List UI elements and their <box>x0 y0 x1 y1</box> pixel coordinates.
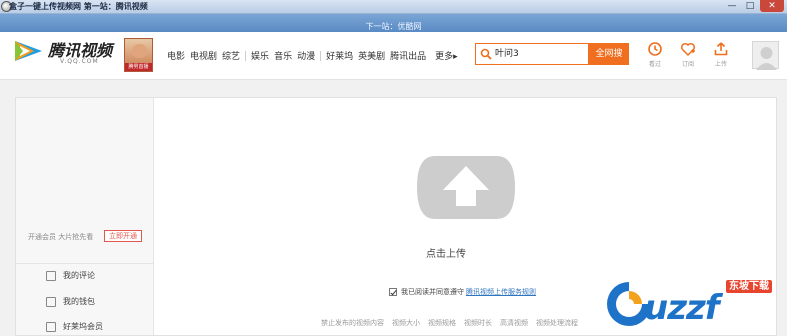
wallet-icon <box>46 296 56 307</box>
maximize-button[interactable]: □ <box>742 0 758 12</box>
uzzf-watermark: uzzf 东坡下载 <box>600 278 787 336</box>
promo-label: 腾男首播 <box>125 63 152 71</box>
nav-separator <box>320 50 322 61</box>
spec-link[interactable]: 禁止发布的视频内容 <box>321 318 384 328</box>
upload-nav-label: 上传 <box>714 61 727 68</box>
comment-icon <box>46 270 56 281</box>
upload-label[interactable]: 点击上传 <box>426 245 466 260</box>
watermark-brand: uzzf <box>644 288 720 328</box>
nav-item-hollywood[interactable]: 好莱坞 <box>326 49 353 62</box>
spec-link[interactable]: 视频规格 <box>428 318 456 328</box>
nav-more[interactable]: 更多▸ <box>435 49 458 62</box>
close-button[interactable]: ✕ <box>760 0 784 12</box>
spec-link[interactable]: 视频处理流程 <box>536 318 578 328</box>
upload-nav-button[interactable]: 上传 <box>706 41 736 68</box>
nav-item-variety[interactable]: 综艺 <box>222 49 240 62</box>
subscribe-button[interactable]: 订阅 <box>673 41 703 68</box>
subscribe-label: 订阅 <box>681 61 694 68</box>
upload-icon <box>714 42 728 56</box>
nav-item-movie[interactable]: 电影 <box>167 49 185 62</box>
upload-specs-links: 禁止发布的视频内容 视频大小 视频规格 视频时长 高清视频 视频处理流程 <box>321 318 586 328</box>
subscribe-icon <box>680 42 696 57</box>
history-label: 看过 <box>648 61 661 68</box>
nav-item-music[interactable]: 音乐 <box>274 49 292 62</box>
user-avatar-icon <box>756 47 777 70</box>
site-header: 腾讯视频 V.QQ.COM 腾男首播 电影 电视剧 综艺 娱乐 音乐 动漫 好莱… <box>0 32 787 80</box>
logo-subtext: V.QQ.COM <box>60 58 99 65</box>
spec-link[interactable]: 视频时长 <box>464 318 492 328</box>
avatar[interactable] <box>752 41 779 70</box>
window-title: 盒子一键上传视频网 第一站：腾讯视频 <box>9 2 148 11</box>
next-site-bar: 下一站：优酷网 <box>0 14 787 32</box>
upload-cloud-button[interactable] <box>415 154 517 221</box>
sidebar-item-comments[interactable]: 我的评论 <box>46 270 95 281</box>
sidebar-item-hollywood-vip[interactable]: 好莱坞会员 <box>46 321 103 332</box>
history-icon <box>648 42 662 56</box>
spec-link[interactable]: 高清视频 <box>500 318 528 328</box>
sidebar-item-wallet[interactable]: 我的钱包 <box>46 296 95 307</box>
nav-separator <box>245 50 247 61</box>
watermark-tag: 东坡下载 <box>726 280 772 293</box>
nav-item-us-uk[interactable]: 英美剧 <box>358 49 385 62</box>
search-box[interactable]: 叶问3 <box>475 43 589 65</box>
sidebar-item-label: 好莱坞会员 <box>63 322 103 331</box>
vip-promo-text: 开通会员 大片抢先看 <box>28 233 94 241</box>
main-nav: 电影 电视剧 综艺 娱乐 音乐 动漫 好莱坞 英美剧 腾讯出品 更多▸ <box>167 49 458 62</box>
history-button[interactable]: 看过 <box>640 41 670 68</box>
agree-text: 我已阅读并同意遵守 <box>401 288 464 296</box>
tencent-video-logo-icon[interactable] <box>12 38 46 64</box>
promo-face <box>132 44 147 58</box>
sidebar: 开通会员 大片抢先看 立即开通 我的评论 我的钱包 好莱坞会员 <box>16 98 154 335</box>
vip-open-button[interactable]: 立即开通 <box>104 230 142 242</box>
nav-item-original[interactable]: 腾讯出品 <box>390 49 426 62</box>
agree-rules-link[interactable]: 腾讯视频上传服务规则 <box>466 287 536 297</box>
agreement-row: 我已阅读并同意遵守 腾讯视频上传服务规则 <box>389 287 536 297</box>
vip-icon <box>46 321 56 332</box>
spec-link[interactable]: 视频大小 <box>392 318 420 328</box>
nav-item-tv[interactable]: 电视剧 <box>190 49 217 62</box>
window-titlebar: 盒子一键上传视频网 第一站：腾讯视频 — □ ✕ <box>0 0 787 14</box>
nav-item-anime[interactable]: 动漫 <box>297 49 315 62</box>
search-input[interactable]: 叶问3 <box>495 44 519 65</box>
promo-banner[interactable]: 腾男首播 <box>124 38 153 72</box>
minimize-button[interactable]: — <box>724 0 740 12</box>
search-button[interactable]: 全网搜 <box>589 43 629 65</box>
sidebar-divider <box>16 263 154 264</box>
nav-item-ent[interactable]: 娱乐 <box>251 49 269 62</box>
sidebar-item-label: 我的钱包 <box>63 297 95 306</box>
sidebar-item-label: 我的评论 <box>63 271 95 280</box>
agree-checkbox[interactable] <box>389 288 397 296</box>
search-icon <box>480 48 492 60</box>
next-site-label[interactable]: 下一站：优酷网 <box>366 22 422 31</box>
